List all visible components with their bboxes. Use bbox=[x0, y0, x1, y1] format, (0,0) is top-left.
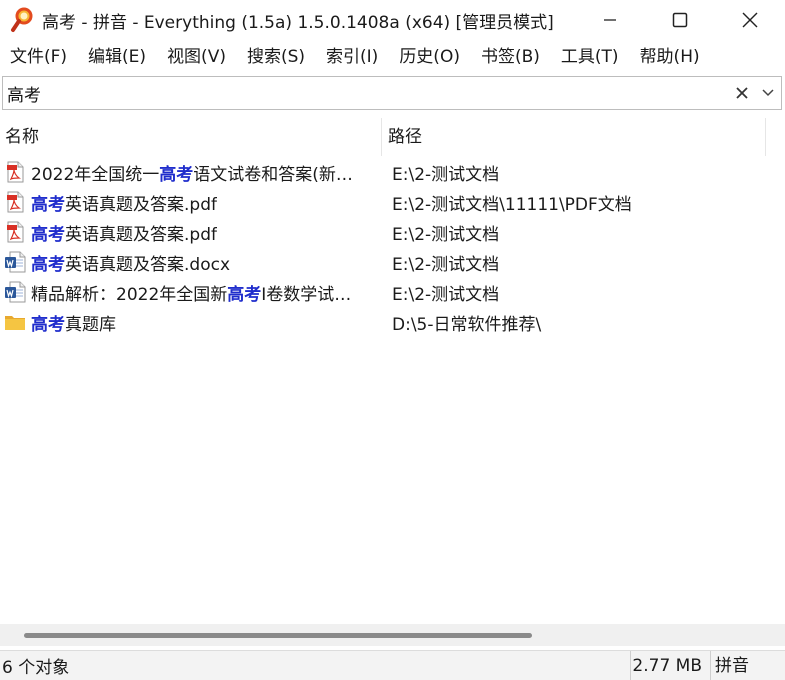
status-bar: 6 个对象 2.77 MB 拼音 bbox=[0, 650, 785, 680]
result-path: E:\2-测试文档\11111\PDF文档 bbox=[392, 194, 632, 215]
menu-history[interactable]: 历史(O) bbox=[391, 43, 468, 71]
menu-edit[interactable]: 编辑(E) bbox=[80, 43, 154, 71]
result-name: 精品解析：2022年全国新高考I卷数学试… bbox=[31, 280, 351, 305]
menu-bar: 文件(F) 编辑(E) 视图(V) 搜索(S) 索引(I) 历史(O) 书签(B… bbox=[0, 42, 785, 72]
name-highlight: 高考 bbox=[31, 194, 65, 215]
result-path: E:\2-测试文档 bbox=[392, 164, 500, 185]
result-name-cell: 高考英语真题及答案.docx bbox=[0, 250, 382, 275]
result-name: 高考真题库 bbox=[31, 310, 116, 335]
results-list: 2022年全国统一高考语文试卷和答案(新… E:\2-测试文档 高考英语真题及答案.… bbox=[0, 157, 785, 337]
result-name-cell: 高考英语真题及答案.pdf bbox=[0, 190, 382, 215]
result-name-cell: 精品解析：2022年全国新高考I卷数学试… bbox=[0, 280, 382, 305]
status-size: 2.77 MB bbox=[630, 650, 710, 680]
search-box bbox=[2, 76, 782, 110]
window-controls bbox=[575, 0, 785, 40]
result-row[interactable]: 高考真题库 D:\5-日常软件推荐\ bbox=[0, 307, 785, 337]
name-highlight: 高考 bbox=[159, 164, 194, 185]
result-row[interactable]: 高考英语真题及答案.docx E:\2-测试文档 bbox=[0, 247, 785, 277]
status-mode: 拼音 bbox=[710, 650, 785, 680]
result-row[interactable]: 高考英语真题及答案.pdf E:\2-测试文档\11111\PDF文档 bbox=[0, 187, 785, 217]
result-name: 高考英语真题及答案.pdf bbox=[31, 190, 217, 215]
menu-view[interactable]: 视图(V) bbox=[159, 43, 234, 71]
name-suffix: 英语真题及答案.pdf bbox=[65, 194, 217, 215]
clear-icon[interactable] bbox=[729, 78, 755, 108]
result-row[interactable]: 精品解析：2022年全国新高考I卷数学试… E:\2-测试文档 bbox=[0, 277, 785, 307]
magnifier-icon bbox=[8, 6, 36, 34]
maximize-button[interactable] bbox=[645, 0, 715, 40]
name-prefix: 精品解析：2022年全国新 bbox=[31, 284, 228, 305]
status-count: 6 个对象 bbox=[2, 658, 70, 678]
horizontal-scrollbar[interactable] bbox=[0, 624, 785, 646]
column-path-header[interactable]: 路径 bbox=[382, 118, 766, 156]
pdf-icon bbox=[4, 191, 26, 213]
title-bar: 高考 - 拼音 - Everything (1.5a) 1.5.0.1408a … bbox=[0, 0, 785, 40]
close-button[interactable] bbox=[715, 0, 785, 40]
result-name-cell: 高考英语真题及答案.pdf bbox=[0, 220, 382, 245]
menu-help[interactable]: 帮助(H) bbox=[632, 43, 708, 71]
search-input[interactable] bbox=[3, 78, 729, 108]
folder-icon bbox=[4, 311, 26, 333]
menu-search[interactable]: 搜索(S) bbox=[239, 43, 313, 71]
pdf-icon bbox=[4, 161, 26, 183]
result-name-cell: 2022年全国统一高考语文试卷和答案(新… bbox=[0, 160, 382, 185]
name-prefix: 2022年全国统一 bbox=[31, 164, 160, 185]
result-path: E:\2-测试文档 bbox=[392, 254, 500, 275]
result-name-cell: 高考真题库 bbox=[0, 310, 382, 335]
name-highlight: 高考 bbox=[31, 224, 65, 245]
scrollbar-thumb[interactable] bbox=[24, 633, 532, 638]
result-path: D:\5-日常软件推荐\ bbox=[392, 314, 542, 335]
menu-file[interactable]: 文件(F) bbox=[2, 43, 75, 71]
word-icon bbox=[4, 281, 26, 303]
minimize-button[interactable] bbox=[575, 0, 645, 40]
result-name: 高考英语真题及答案.pdf bbox=[31, 220, 217, 245]
name-highlight: 高考 bbox=[31, 254, 65, 275]
name-highlight: 高考 bbox=[31, 314, 65, 335]
window-title: 高考 - 拼音 - Everything (1.5a) 1.5.0.1408a … bbox=[42, 12, 554, 33]
name-suffix: 真题库 bbox=[65, 314, 116, 335]
pdf-icon bbox=[4, 221, 26, 243]
name-suffix: 英语真题及答案.pdf bbox=[65, 224, 217, 245]
result-name: 2022年全国统一高考语文试卷和答案(新… bbox=[31, 160, 353, 185]
menu-tools[interactable]: 工具(T) bbox=[553, 43, 627, 71]
chevron-down-icon[interactable] bbox=[755, 78, 781, 108]
name-suffix: 语文试卷和答案(新… bbox=[193, 164, 353, 185]
result-row[interactable]: 2022年全国统一高考语文试卷和答案(新… E:\2-测试文档 bbox=[0, 157, 785, 187]
column-header: 名称 路径 bbox=[0, 118, 766, 156]
result-path: E:\2-测试文档 bbox=[392, 284, 500, 305]
menu-bookmarks[interactable]: 书签(B) bbox=[473, 43, 548, 71]
column-name-header[interactable]: 名称 bbox=[0, 118, 382, 156]
result-row[interactable]: 高考英语真题及答案.pdf E:\2-测试文档 bbox=[0, 217, 785, 247]
name-highlight: 高考 bbox=[227, 284, 262, 305]
word-icon bbox=[4, 251, 26, 273]
name-suffix: I卷数学试… bbox=[261, 284, 352, 305]
menu-index[interactable]: 索引(I) bbox=[318, 43, 386, 71]
name-suffix: 英语真题及答案.docx bbox=[65, 254, 231, 275]
result-name: 高考英语真题及答案.docx bbox=[31, 250, 230, 275]
result-path: E:\2-测试文档 bbox=[392, 224, 500, 245]
